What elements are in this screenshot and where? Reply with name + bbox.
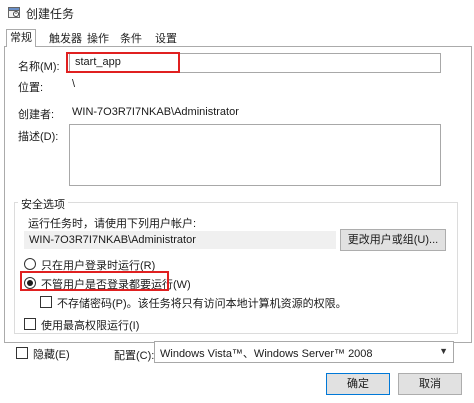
change-user-button[interactable]: 更改用户或组(U)... — [340, 229, 446, 251]
task-scheduler-icon — [8, 7, 20, 18]
tab-strip: 常规 触发器 操作 条件 设置 — [0, 24, 474, 47]
highest-privileges-checkbox[interactable] — [24, 318, 36, 330]
run-as-prompt: 运行任务时，请使用下列用户帐户: — [28, 218, 197, 230]
cancel-button[interactable]: 取消 — [398, 373, 462, 395]
configure-select[interactable]: Windows Vista™、Windows Server™ 2008 ▼ — [154, 341, 454, 363]
security-options-title: 安全选项 — [18, 196, 68, 212]
tab-general[interactable]: 常规 — [6, 29, 36, 47]
user-account-field: WIN-7O3R7I7NKAB\Administrator — [24, 231, 336, 249]
location-value: \ — [72, 78, 76, 90]
radio-logged-on-circle[interactable] — [24, 258, 36, 270]
tab-settings[interactable]: 设置 — [152, 32, 180, 46]
configure-value: Windows Vista™、Windows Server™ 2008 — [160, 348, 373, 360]
author-value: WIN-7O3R7I7NKAB\Administrator — [72, 106, 239, 118]
highest-privileges-label[interactable]: 使用最高权限运行(I) — [41, 317, 139, 333]
tab-conditions[interactable]: 条件 — [117, 32, 145, 46]
hidden-label[interactable]: 隐藏(E) — [33, 346, 70, 362]
hidden-checkbox[interactable] — [16, 347, 28, 359]
description-label: 描述(D): — [18, 131, 59, 143]
no-store-password-checkbox[interactable] — [40, 296, 52, 308]
title-bar: 创建任务 — [0, 0, 474, 24]
user-account-value: WIN-7O3R7I7NKAB\Administrator — [29, 234, 196, 246]
chevron-down-icon: ▼ — [439, 346, 448, 356]
name-highlight-box — [66, 52, 180, 73]
no-store-password-label[interactable]: 不存储密码(P)。该任务将只有访问本地计算机资源的权限。 — [57, 295, 347, 311]
description-field[interactable] — [69, 124, 441, 186]
tab-actions[interactable]: 操作 — [84, 32, 112, 46]
name-label: 名称(M): — [18, 61, 60, 73]
radio-highlight-box — [20, 271, 169, 291]
author-label: 创建者: — [18, 109, 55, 121]
location-label: 位置: — [18, 82, 44, 94]
configure-label: 配置(C): — [114, 350, 155, 362]
window-title: 创建任务 — [26, 7, 75, 21]
tab-triggers[interactable]: 触发器 — [46, 32, 85, 46]
ok-button[interactable]: 确定 — [326, 373, 390, 395]
